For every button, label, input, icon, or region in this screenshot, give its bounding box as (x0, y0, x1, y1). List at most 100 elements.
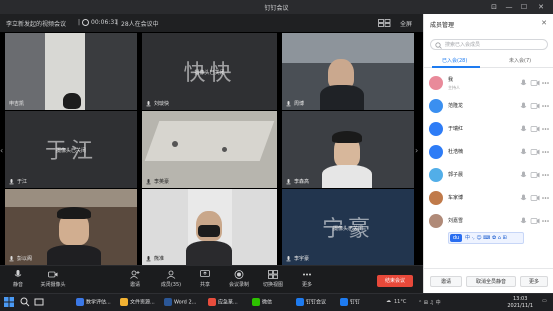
taskbar-app[interactable]: Word 2... (164, 298, 196, 306)
panel-close-icon[interactable]: ✕ (541, 19, 547, 27)
search-icon (435, 42, 442, 49)
mic-icon (146, 101, 151, 107)
system-clock[interactable]: 13:03 2021/11/1 (507, 296, 533, 310)
member-actions-icon[interactable] (520, 125, 550, 133)
mute-button[interactable]: 静音 (3, 270, 33, 288)
app-icon (164, 298, 172, 306)
person-hair (332, 131, 362, 143)
tab-not-joined[interactable]: 未入会(7) (509, 57, 531, 64)
member-actions-icon[interactable] (520, 102, 550, 110)
minimize-button[interactable]: — (504, 2, 514, 12)
video-tile[interactable]: 宁豪 摄像头已关闭 李宇豪 (282, 189, 414, 265)
switch-view-label: 切换视图 (262, 282, 283, 288)
member-avatar (429, 122, 443, 136)
notification-icon[interactable]: ▭ (542, 298, 547, 304)
member-avatar (429, 99, 443, 113)
member-search-input[interactable]: 搜索已入会成员 (430, 39, 548, 50)
app-label: 应急篆... (218, 299, 238, 306)
invite-button[interactable]: 邀请 (120, 270, 150, 288)
member-actions-icon[interactable] (520, 194, 550, 202)
panel-title: 成员管理 (430, 22, 455, 29)
camera-off-label: 摄像头已关闭 (55, 148, 86, 154)
fullscreen-button[interactable]: 全屏 (400, 19, 412, 28)
title-bar: 钉钉会议 ⊡ — ☐ ✕ (0, 0, 553, 14)
taskbar-app[interactable]: 钉钉会议 (296, 298, 326, 306)
app-icon (120, 298, 128, 306)
member-avatar (429, 191, 443, 205)
pin-icon[interactable]: ⊡ (489, 2, 499, 12)
member-row[interactable]: 车家博 (424, 189, 553, 207)
taskbar-app[interactable]: 应急篆... (208, 298, 238, 306)
members-label: 成员(35) (160, 282, 182, 288)
ime-toolbar[interactable]: du 中 ·, ☺ ⌨ ✿ ⌂ ⊞ (448, 232, 524, 244)
prev-page-icon[interactable]: ‹ (0, 146, 3, 155)
person-body (186, 241, 232, 265)
shelf (5, 189, 137, 207)
app-icon (340, 298, 348, 306)
member-row[interactable]: 郭子晨 (424, 166, 553, 184)
tab-joined[interactable]: 已入会(28) (442, 57, 467, 64)
video-tile[interactable]: 李英豪 (142, 111, 277, 188)
face-mask (198, 225, 220, 237)
next-page-icon[interactable]: › (415, 146, 418, 155)
search-taskbar-icon[interactable] (20, 297, 30, 309)
start-button[interactable] (4, 297, 14, 309)
member-actions-icon[interactable] (520, 217, 550, 225)
member-row[interactable]: 范隆龙 (424, 97, 553, 115)
member-row[interactable]: 我主持人 (424, 74, 553, 92)
participant-name: 于江 (17, 179, 28, 185)
person-silhouette (63, 93, 81, 109)
member-actions-icon[interactable] (520, 148, 550, 156)
unmute-all-button[interactable]: 取消全员静音 (466, 276, 516, 287)
members-button[interactable]: 成员(35) (156, 270, 186, 288)
invite-label: 邀请 (129, 282, 140, 288)
panel-footer: 邀请 取消全员静音 更多 (424, 268, 553, 293)
app-label: 数学评估... (86, 299, 111, 306)
app-label: 钉钉 (350, 299, 361, 306)
camera-off-label: 摄像头已关闭 (194, 70, 225, 76)
share-button[interactable]: 共享 (190, 270, 220, 288)
video-tile[interactable]: 熊准 (142, 189, 277, 265)
taskbar-app[interactable]: 钉钉 (340, 298, 360, 306)
invite-member-button[interactable]: 邀请 (430, 276, 462, 287)
more-button[interactable]: 更多 (292, 270, 322, 288)
meeting-window: 钉钉会议 ⊡ — ☐ ✕ 李立新发起的视频会议 | 00:06:31 | 28人… (0, 0, 553, 311)
video-tile[interactable]: 李森高 (282, 111, 414, 188)
taskbar-app[interactable]: 微信 (252, 298, 272, 306)
temperature: 11°C (394, 299, 407, 305)
member-row[interactable]: 于瑞红 (424, 120, 553, 138)
maximize-button[interactable]: ☐ (519, 2, 529, 12)
meeting-info-bar: 李立新发起的视频会议 | 00:06:31 | 28人在会议中 全屏 (0, 14, 423, 32)
tray-icons[interactable]: ⌃ ⊞ ♫ 中 (418, 299, 441, 306)
video-tile[interactable]: 快快 摄像头已关闭 刘琰快 (142, 33, 277, 110)
end-meeting-button[interactable]: 结束会议 (377, 275, 413, 287)
video-tile[interactable]: 彭以阁 (5, 189, 137, 265)
taskbar-app[interactable]: 数学评估... (76, 298, 111, 306)
video-tile[interactable]: 于江 摄像头已关闭 于江 (5, 111, 137, 188)
video-tile[interactable]: 周博 (282, 33, 414, 110)
taskview-icon[interactable] (34, 297, 44, 309)
app-label: 微信 (262, 299, 273, 306)
participant-name: 彭以阁 (17, 256, 33, 262)
camera-button[interactable]: 关闭摄像头 (36, 270, 70, 288)
taskbar-app[interactable]: 文件资源... (120, 298, 155, 306)
share-label: 共享 (199, 282, 210, 288)
windows-logo-icon (4, 297, 14, 307)
member-row[interactable]: 刘嘉雪 (424, 212, 553, 230)
app-icon (252, 298, 260, 306)
participant-name: 熊准 (154, 256, 165, 262)
record-button[interactable]: 会议录制 (224, 270, 254, 288)
switch-view-button[interactable]: 切换视图 (258, 270, 288, 288)
grid-view-icon[interactable] (378, 19, 392, 27)
mute-label: 静音 (12, 282, 23, 288)
member-actions-icon[interactable] (520, 79, 550, 87)
app-label: Word 2... (174, 299, 197, 306)
member-actions-icon[interactable] (520, 171, 550, 179)
panel-more-button[interactable]: 更多 (520, 276, 548, 287)
ceiling (144, 121, 275, 161)
ime-options: 中 ·, ☺ ⌨ ✿ ⌂ ⊞ (465, 235, 507, 241)
video-tile[interactable]: 申吉凯 (5, 33, 137, 110)
close-button[interactable]: ✕ (536, 2, 546, 12)
member-row[interactable]: 杜浩楠 (424, 143, 553, 161)
members-icon (166, 270, 176, 279)
